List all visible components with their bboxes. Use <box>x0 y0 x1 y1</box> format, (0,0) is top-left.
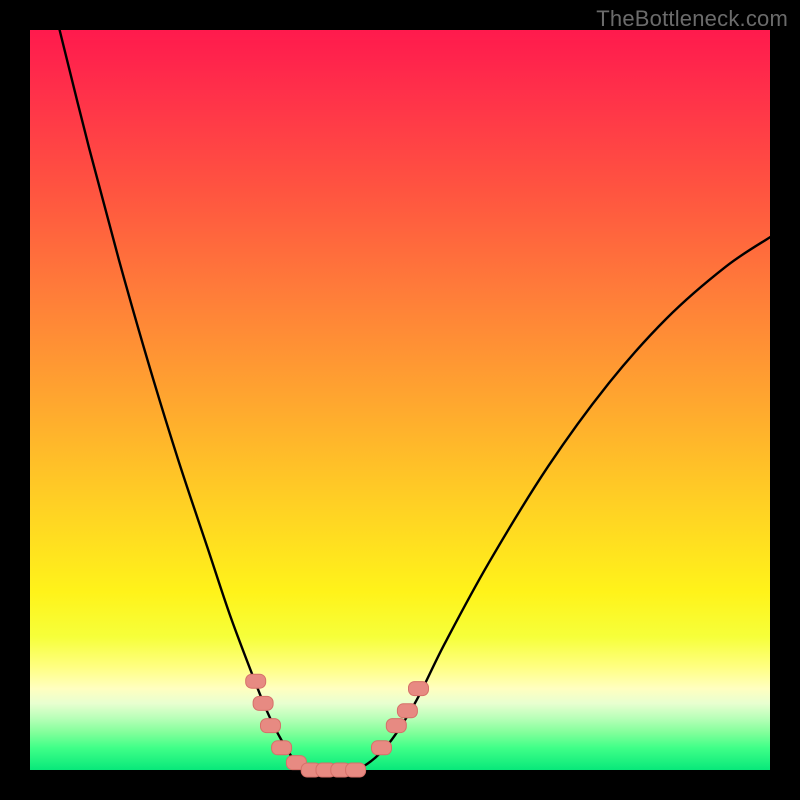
curve-marker <box>346 763 366 777</box>
curve-markers <box>246 674 429 777</box>
curve-marker <box>272 741 292 755</box>
chart-frame: TheBottleneck.com <box>0 0 800 800</box>
curve-marker <box>246 674 266 688</box>
curve-svg <box>30 30 770 770</box>
curve-marker <box>397 704 417 718</box>
curve-marker <box>253 696 273 710</box>
curve-marker <box>261 719 281 733</box>
curve-marker <box>372 741 392 755</box>
curve-marker <box>386 719 406 733</box>
plot-area <box>30 30 770 770</box>
bottleneck-curve <box>60 30 770 772</box>
watermark-text: TheBottleneck.com <box>596 6 788 32</box>
curve-marker <box>409 682 429 696</box>
bottleneck-curve-path <box>60 30 770 772</box>
